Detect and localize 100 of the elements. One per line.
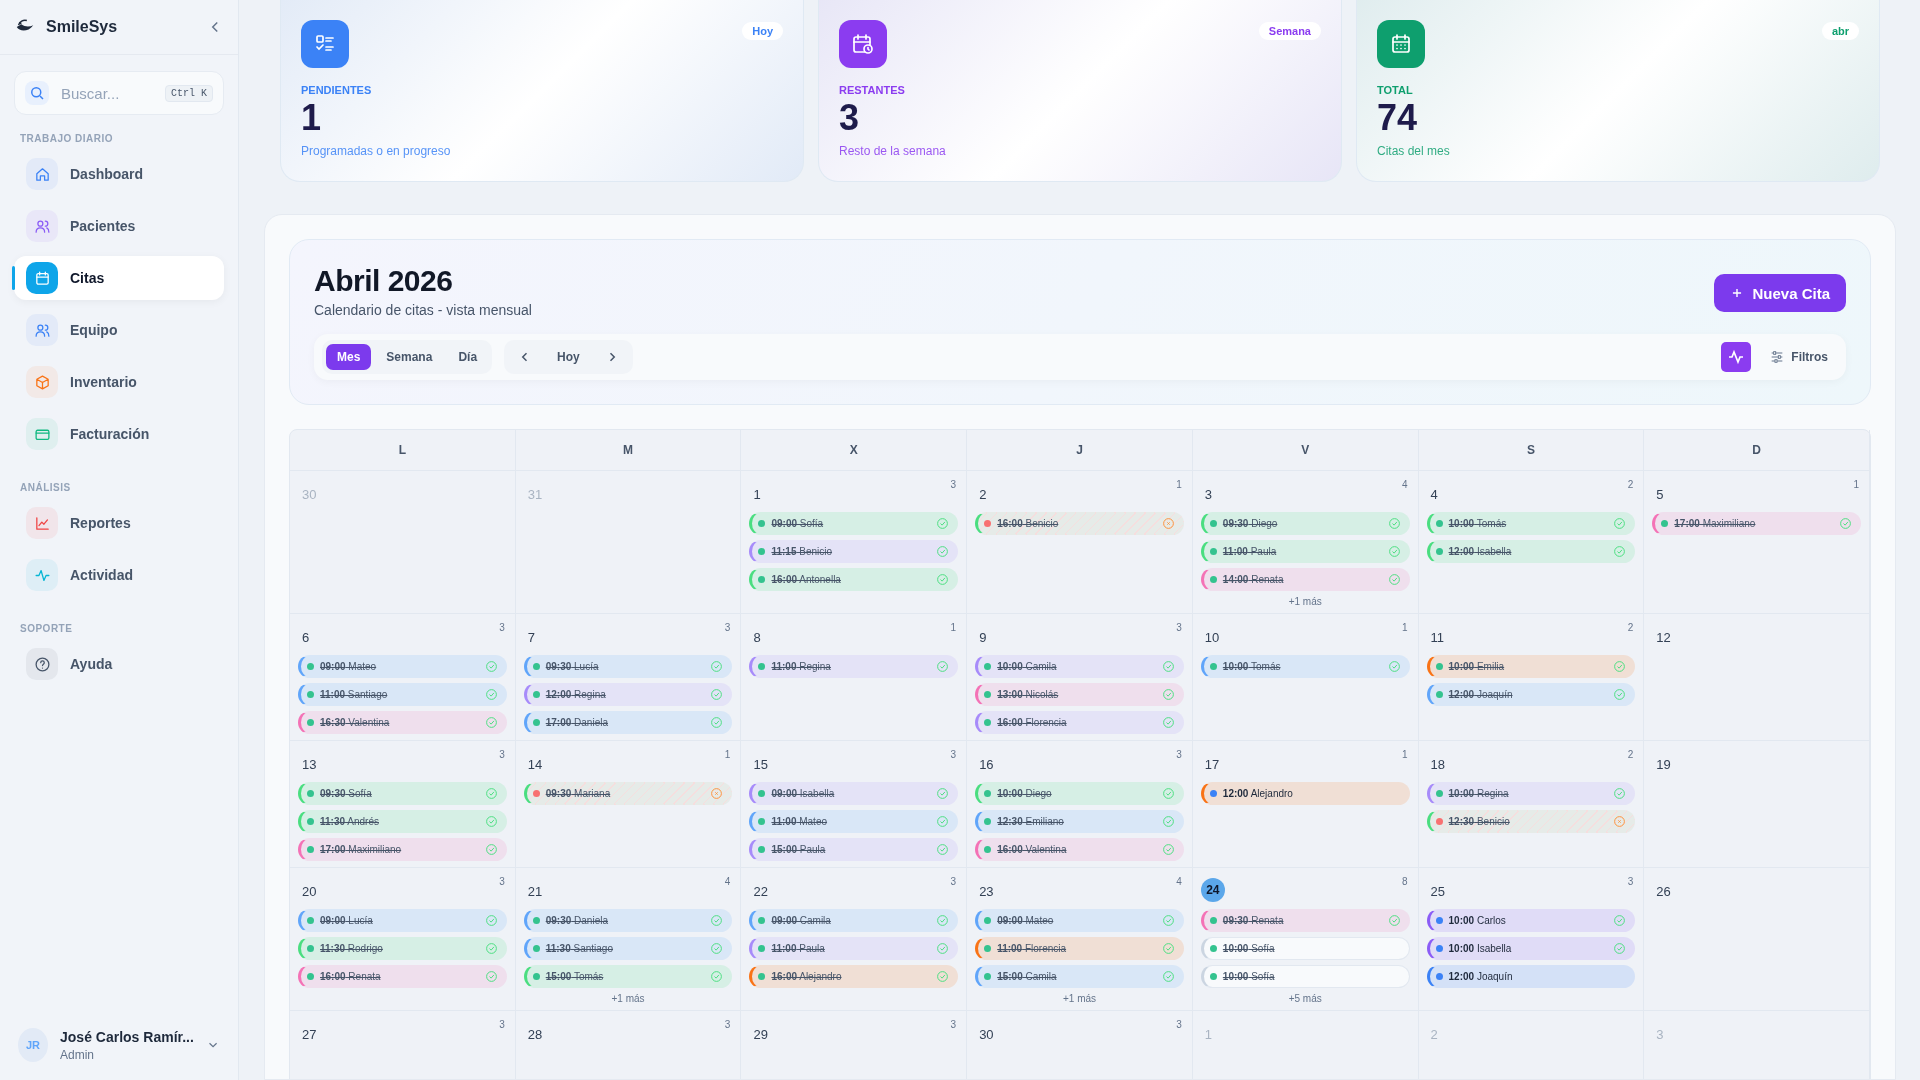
appointment-chip[interactable]: 11:30 Rodrigo — [298, 937, 507, 960]
view-tab[interactable]: Mes — [326, 344, 372, 370]
appointment-chip[interactable]: 11:00 Paula — [749, 937, 959, 960]
weekday-header: V — [1192, 430, 1419, 471]
appointment-chip[interactable]: 14:00 Renata — [1200, 568, 1410, 591]
status-dot — [307, 945, 314, 952]
appointment-chip[interactable]: 10:00 Emilia — [1426, 655, 1636, 678]
status-dot — [532, 719, 540, 726]
appointment-chip[interactable]: 11:00 Santiago — [298, 683, 507, 706]
check-circle-icon — [936, 573, 950, 586]
period-badge: Hoy — [742, 22, 783, 40]
view-tab[interactable]: Semana — [375, 344, 444, 370]
nav-item[interactable]: Facturación — [14, 412, 224, 456]
nav-item[interactable]: Pacientes — [14, 204, 224, 248]
check-circle-icon — [1161, 815, 1175, 828]
appointment-chip[interactable]: 09:00 Mateo — [298, 655, 507, 678]
appointment-chip[interactable]: 17:00 Daniela — [523, 711, 733, 734]
appointment-chip[interactable]: 11:00 Florencia — [975, 937, 1184, 960]
filters-button[interactable]: Filtros — [1763, 348, 1834, 366]
appointment-chip[interactable]: 09:00 Sofía — [749, 512, 959, 535]
more-link[interactable]: +5 más — [1288, 993, 1322, 1004]
check-circle-icon — [1161, 716, 1175, 729]
appointment-chip[interactable]: 09:30 Daniela — [523, 909, 733, 932]
nav-item[interactable]: Reportes — [14, 501, 224, 545]
appointment-chip[interactable]: 16:00 Antonella — [749, 568, 959, 591]
appointment-chip[interactable]: 10:00 Sofía — [1200, 937, 1410, 960]
appointment-chip[interactable]: 10:00 Regina — [1426, 782, 1636, 805]
appointment-chip[interactable]: 10:00 Diego — [975, 782, 1184, 805]
appointment-chip[interactable]: 11:00 Regina — [749, 655, 959, 678]
status-dot — [984, 663, 992, 670]
cancel-circle-icon — [1161, 517, 1175, 530]
appointment-chip[interactable]: 16:00 Renata — [298, 965, 507, 988]
stat-value: 3 — [839, 96, 861, 140]
appointment-chip[interactable]: 09:30 Sofía — [298, 782, 507, 805]
appointment-chip[interactable]: 16:00 Valentina — [975, 838, 1184, 861]
appointment-chip[interactable]: 09:30 Renata — [1200, 909, 1410, 932]
status-dot — [984, 691, 992, 698]
appointment-chip[interactable]: 09:30 Lucía — [523, 655, 733, 678]
view-tab[interactable]: Día — [447, 344, 489, 370]
more-link[interactable]: +1 más — [1288, 596, 1322, 607]
appointment-chip[interactable]: 12:00 Joaquín — [1426, 965, 1636, 988]
appointment-chip[interactable]: 16:30 Valentina — [298, 711, 507, 734]
appointment-chip[interactable]: 11:15 Benicio — [749, 540, 959, 563]
search-field[interactable]: Buscar... — [59, 83, 155, 103]
appointment-chip[interactable]: 17:00 Maximiliano — [1652, 512, 1861, 535]
nav-item[interactable]: Ayuda — [14, 642, 224, 686]
appointment-chip[interactable]: 09:00 Lucía — [298, 909, 507, 932]
more-link[interactable]: +1 más — [1062, 993, 1097, 1004]
appointment-chip[interactable]: 16:00 Florencia — [975, 711, 1184, 734]
appointment-chip[interactable]: 15:00 Paula — [749, 838, 959, 861]
appointment-chip[interactable]: 12:00 Joaquín — [1426, 683, 1636, 706]
more-link[interactable]: +1 más — [611, 993, 645, 1004]
appointment-chip[interactable]: 12:00 Alejandro — [1200, 782, 1410, 805]
appointment-chip[interactable]: 13:00 Nicolás — [975, 683, 1184, 706]
nav-item[interactable]: Citas — [14, 256, 224, 300]
status-dot — [1435, 945, 1443, 952]
appointment-label: 12:30 Emiliano — [997, 816, 1065, 827]
appointment-chip[interactable]: 10:00 Sofía — [1200, 965, 1410, 988]
check-circle-icon — [484, 716, 498, 729]
appointment-chip[interactable]: 10:00 Camila — [975, 655, 1184, 678]
nav-item[interactable]: Equipo — [14, 308, 224, 352]
appointment-chip[interactable]: 11:30 Santiago — [523, 937, 733, 960]
appointment-chip[interactable]: 09:00 Isabella — [749, 782, 959, 805]
appointment-chip[interactable]: 16:00 Benicio — [975, 512, 1184, 535]
appointment-chip[interactable]: 10:00 Carlos — [1426, 909, 1636, 932]
nav-item[interactable]: Dashboard — [14, 152, 224, 196]
status-dot — [758, 548, 766, 555]
check-circle-icon — [1613, 517, 1627, 530]
appointment-chip[interactable]: 10:00 Tomás — [1426, 512, 1636, 535]
appointment-chip[interactable]: 11:30 Andrés — [298, 810, 507, 833]
appointment-chip[interactable]: 15:00 Tomás — [523, 965, 733, 988]
nav-item[interactable]: Inventario — [14, 360, 224, 404]
appointment-chip[interactable]: 12:00 Isabella — [1426, 540, 1636, 563]
appointment-label: 17:00 Daniela — [545, 717, 609, 728]
appointment-chip[interactable]: 12:30 Benicio — [1426, 810, 1636, 833]
appointment-label: 16:00 Benicio — [997, 518, 1060, 529]
new-appointment-button[interactable]: Nueva Cita — [1714, 274, 1846, 312]
appointment-count: 2 — [1627, 479, 1634, 490]
nav-item[interactable]: Actividad — [14, 553, 224, 597]
appointment-chip[interactable]: 17:00 Maximiliano — [298, 838, 507, 861]
appointment-chip[interactable]: 16:00 Alejandro — [749, 965, 959, 988]
appointment-chip[interactable]: 09:30 Mariana — [523, 782, 733, 805]
appointment-chip[interactable]: 10:00 Isabella — [1426, 937, 1636, 960]
appointment-chip[interactable]: 12:30 Emiliano — [975, 810, 1184, 833]
appointment-chip[interactable]: 11:00 Paula — [1200, 540, 1410, 563]
user-menu[interactable]: JR José Carlos Ramír... Admin — [14, 1014, 224, 1080]
appointment-chip[interactable]: 09:00 Mateo — [975, 909, 1184, 932]
day-number: 3 — [1656, 1027, 1664, 1042]
appointment-chip[interactable]: 09:00 Camila — [749, 909, 959, 932]
appointment-chip[interactable]: 11:00 Mateo — [749, 810, 959, 833]
status-dot — [1435, 973, 1443, 980]
status-dot — [984, 818, 992, 825]
appointment-chip[interactable]: 12:00 Regina — [523, 683, 733, 706]
pulse-icon[interactable] — [1721, 342, 1752, 372]
day-number: 29 — [753, 1027, 768, 1042]
appointment-chip[interactable]: 10:00 Tomás — [1200, 655, 1410, 678]
status-dot — [1209, 790, 1217, 797]
appointment-chip[interactable]: 15:00 Camila — [975, 965, 1184, 988]
appointment-count: 3 — [499, 749, 505, 760]
appointment-chip[interactable]: 09:30 Diego — [1200, 512, 1410, 535]
